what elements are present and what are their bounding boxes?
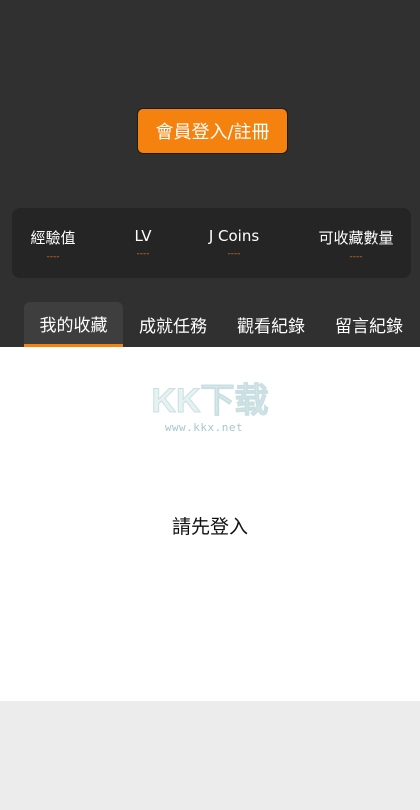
stat-jcoins-label: J Coins: [208, 227, 260, 245]
profile-tabs: 我的收藏 成就任務 觀看紀錄 留言紀錄: [0, 298, 420, 347]
stat-experience-label: 經驗值: [30, 229, 76, 247]
stat-level: LV ----: [122, 208, 164, 278]
stat-level-value: ----: [136, 249, 150, 259]
tab-achievements[interactable]: 成就任務: [130, 302, 216, 346]
stat-experience: 經驗值 ----: [24, 208, 82, 278]
tab-my-favorites[interactable]: 我的收藏: [24, 302, 123, 347]
watermark-url: www.kkx.net: [164, 421, 244, 434]
tab-comment-history[interactable]: 留言紀錄: [326, 302, 412, 346]
login-register-button[interactable]: 會員登入/註冊: [137, 108, 288, 154]
profile-header: 會員登入/註冊 經驗值 ---- LV ---- J Coins ---- 可收…: [0, 0, 420, 347]
stat-level-label: LV: [134, 227, 152, 245]
stat-jcoins-value: ----: [227, 249, 241, 259]
stat-favorite-capacity: 可收藏數量 ----: [310, 208, 402, 278]
tab-watch-history[interactable]: 觀看紀錄: [228, 302, 314, 346]
stat-jcoins: J Coins ----: [198, 208, 270, 278]
stat-favorite-capacity-value: ----: [349, 252, 363, 262]
stat-experience-value: ----: [46, 252, 60, 262]
bottom-blank-area: [0, 701, 420, 810]
stats-card: 經驗值 ---- LV ---- J Coins ---- 可收藏數量 ----: [12, 208, 411, 278]
login-required-message: 請先登入: [171, 516, 248, 538]
stat-favorite-capacity-label: 可收藏數量: [318, 229, 394, 247]
